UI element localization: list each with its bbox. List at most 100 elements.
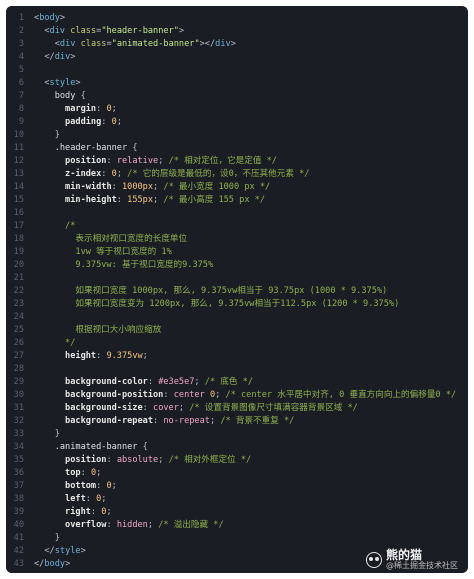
code-editor: 1 <body> 2 <div class="header-banner"> 3 <d… [6, 6, 468, 573]
code-line: 17 /* [6, 220, 468, 233]
code-line: 8 margin: 0; [6, 103, 468, 116]
code-token: ; [153, 195, 164, 205]
code-token: /* 底色 */ [204, 377, 254, 387]
code-area[interactable]: 1 <body> 2 <div class="header-banner"> 3 <d… [6, 12, 468, 571]
code-token: ; [101, 494, 107, 504]
code-line: 37 bottom: 0; [6, 480, 468, 493]
code-token: 1000px [121, 182, 154, 192]
line-number: 7 [18, 91, 24, 101]
code-line: 5 [6, 64, 468, 77]
code-token: position [65, 156, 107, 166]
wechat-icon [366, 552, 382, 568]
code-line: 6 <style> [6, 77, 468, 90]
line-number: 6 [18, 78, 24, 88]
code-token: : [96, 481, 107, 491]
code-token: class [70, 26, 97, 36]
code-token: ; [158, 455, 169, 465]
line-number: 12 [13, 156, 24, 166]
code-token: min-height [65, 195, 117, 205]
code-token: center [173, 390, 210, 400]
code-line: 33 } [6, 428, 468, 441]
code-line: 9 padding: 0; [6, 116, 468, 129]
code-token: body [54, 91, 81, 101]
code-token: ; [96, 468, 102, 478]
code-token: div [49, 26, 71, 36]
code-token: /* 相对定位，它是定值 */ [168, 156, 277, 166]
code-line: 3 <div class="animated-banner"></div> [6, 38, 468, 51]
code-line: 40 overflow: hidden; /* 溢出隐藏 */ [6, 519, 468, 532]
code-line: 19 1vw 等于视口宽度的 1% [6, 246, 468, 259]
line-number: 34 [13, 442, 24, 452]
code-line: 34 .animated-banner { [6, 441, 468, 454]
line-number: 41 [13, 533, 24, 543]
code-token: min-width [65, 182, 112, 192]
code-token: 如果视口宽度变为 1200px, 那么, 9.375vw相当于112.5px (… [34, 299, 400, 309]
code-token: : [90, 507, 102, 517]
code-token: background-color [65, 377, 148, 387]
line-number: 11 [13, 143, 24, 153]
code-token: : [106, 455, 117, 465]
code-token: z-index [65, 169, 102, 179]
code-line: 10 } [6, 129, 468, 142]
code-token: > [80, 546, 86, 556]
code-token: right [65, 507, 91, 517]
line-number: 2 [18, 26, 24, 36]
line-number: 17 [13, 221, 24, 231]
code-line: 21 [6, 272, 468, 285]
code-token: ; [178, 403, 190, 413]
line-number: 4 [18, 52, 24, 62]
code-token: style [49, 78, 76, 88]
code-token: </ [44, 546, 55, 556]
line-number: 19 [13, 247, 24, 257]
line-number: 3 [18, 39, 24, 49]
code-line: 26 */ [6, 337, 468, 350]
code-line: 36 top: 0; [6, 467, 468, 480]
code-token: .header-banner [54, 143, 133, 153]
line-number: 31 [13, 403, 24, 413]
code-token: bottom [65, 481, 97, 491]
watermark-subtitle: @稀土掘金技术社区 [386, 561, 458, 571]
code-token: > [59, 13, 66, 23]
line-number: 9 [18, 117, 24, 127]
code-token: height [65, 351, 97, 361]
code-token: .animated-banner [54, 442, 143, 452]
code-line: 39 right: 0; [6, 506, 468, 519]
code-line: 18 表示相对视口宽度的长度单位 [6, 233, 468, 246]
watermark: 熊的猫 @稀土掘金技术社区 [366, 548, 458, 571]
code-token: background-repeat [65, 416, 154, 426]
code-token: : [101, 117, 112, 127]
code-token: > [75, 78, 81, 88]
code-line: 35 position: absolute; /* 相对外框定位 */ [6, 454, 468, 467]
code-token: padding [65, 117, 102, 127]
code-token: 1vw 等于视口宽度的 1% [34, 247, 172, 257]
code-token: ; [111, 481, 117, 491]
code-token: div [59, 39, 81, 49]
code-token: 如果视口宽度 1000px, 那么, 9.375vw相当于 93.75px (1… [34, 286, 388, 296]
code-token: div [215, 39, 231, 49]
code-token: : [106, 156, 117, 166]
line-number: 33 [13, 429, 24, 439]
code-line: 11 .header-banner { [6, 142, 468, 155]
code-token: relative [116, 156, 159, 166]
code-token: : [147, 377, 159, 387]
code-line: 27 height: 9.375vw; [6, 350, 468, 363]
code-line: 20 9.375vw: 基于视口宽度的9.375% [6, 259, 468, 272]
code-token: ; [158, 156, 169, 166]
code-token: : [116, 195, 128, 205]
code-line: 14 min-width: 1000px; /* 最小宽度 1000 px */ [6, 181, 468, 194]
line-number: 16 [13, 208, 24, 218]
code-line: 16 [6, 207, 468, 220]
